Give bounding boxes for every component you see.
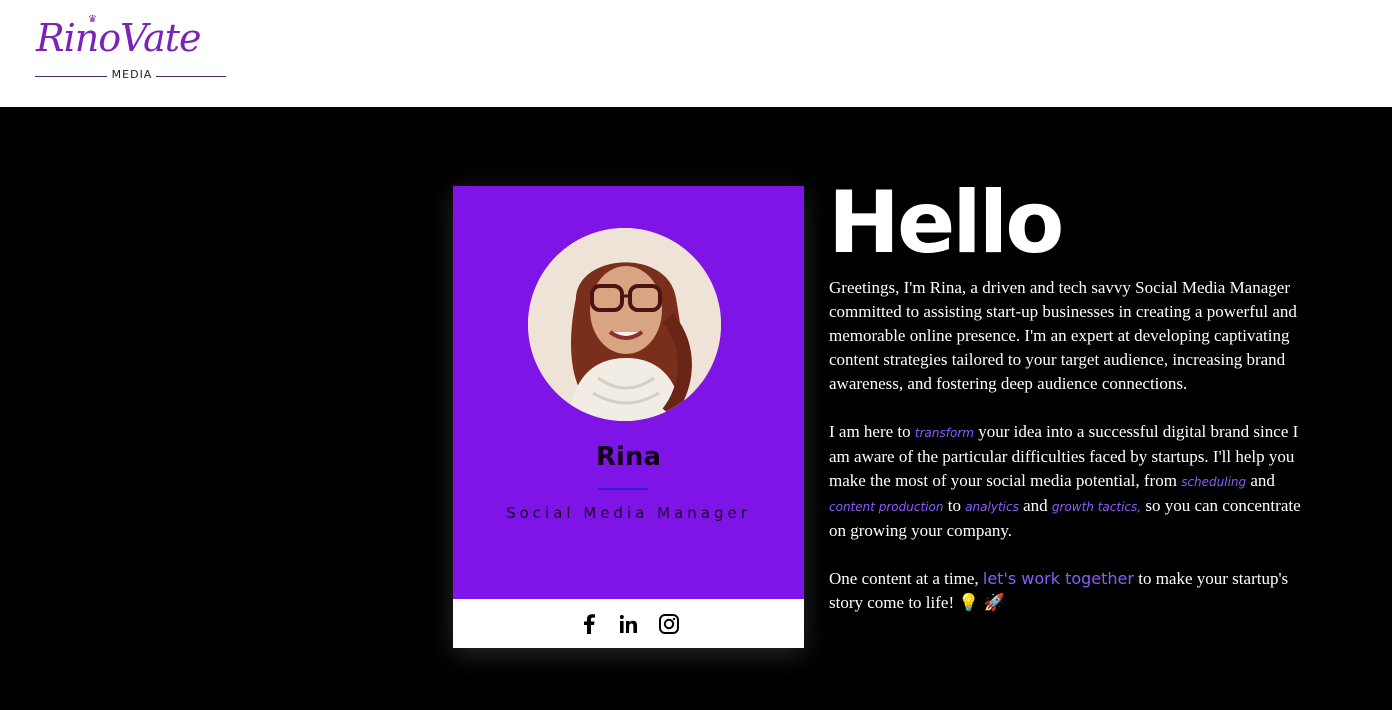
profile-card: Rina Social Media Manager xyxy=(453,186,804,648)
social-links-bar xyxy=(453,599,804,648)
bio-paragraph-services: I am here to transform your idea into a … xyxy=(829,420,1309,543)
text-run: to xyxy=(943,496,966,515)
profile-photo xyxy=(528,228,721,421)
rinovate-media-logo[interactable]: ♛ RinoVate MEDIA xyxy=(32,14,232,86)
logo-script-text: RinoVate xyxy=(36,16,201,60)
linkedin-icon[interactable] xyxy=(618,613,640,635)
bio-paragraph-intro: Greetings, I'm Rina, a driven and tech s… xyxy=(829,278,1297,393)
bio-text: Greetings, I'm Rina, a driven and tech s… xyxy=(829,276,1309,639)
highlight-growth-tactics: growth tactics, xyxy=(1051,500,1142,514)
text-run: I am here to xyxy=(829,422,915,441)
hello-heading: Hello xyxy=(828,173,1064,273)
highlight-analytics: analytics xyxy=(965,500,1019,514)
highlight-transform: transform xyxy=(914,426,974,440)
profile-portrait-illustration xyxy=(528,228,721,421)
profile-role: Social Media Manager xyxy=(506,504,751,522)
name-divider xyxy=(598,488,648,490)
profile-card-body: Rina Social Media Manager xyxy=(453,186,804,599)
instagram-icon[interactable] xyxy=(658,613,680,635)
logo-divider-right xyxy=(156,76,226,77)
text-run: and xyxy=(1246,471,1275,490)
facebook-icon[interactable] xyxy=(578,613,600,635)
highlight-content-production: content production xyxy=(829,500,944,514)
highlight-scheduling: scheduling xyxy=(1181,475,1247,489)
text-run: and xyxy=(1018,496,1052,515)
logo-divider-left xyxy=(35,76,107,77)
bio-paragraph-cta: One content at a time, let's work togeth… xyxy=(829,567,1309,615)
site-header: ♛ RinoVate MEDIA xyxy=(0,0,1392,107)
profile-name: Rina xyxy=(596,442,661,472)
logo-subtext: MEDIA xyxy=(111,68,153,81)
text-run: One content at a time, xyxy=(829,569,983,588)
lets-work-together-link[interactable]: let's work together xyxy=(983,569,1134,588)
